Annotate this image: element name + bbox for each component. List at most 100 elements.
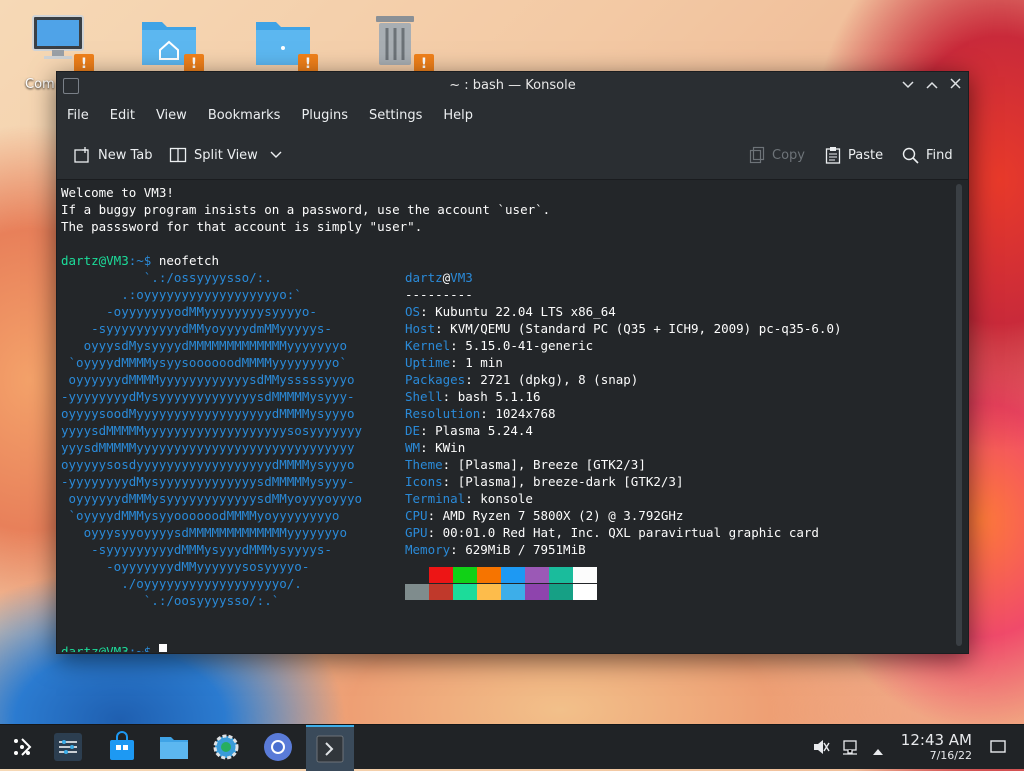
search-icon <box>902 147 919 164</box>
split-view-button[interactable]: Split View <box>169 145 289 165</box>
logo-line: yyyysdMMMMMyyyyyyyyyyyyyyyyyyysosyyyyyyy <box>61 423 363 438</box>
close-icon[interactable] <box>945 76 965 96</box>
konsole-window[interactable]: ~ : bash — Konsole File Edit View Bookma… <box>56 71 969 654</box>
logo-line: oyyysdMysyyyydMMMMMMMMMMMMMyyyyyyyo <box>61 338 347 353</box>
copy-button[interactable]: Copy <box>749 145 805 165</box>
konsole-app-icon <box>63 78 79 94</box>
info-value: bash 5.1.16 <box>457 389 541 404</box>
info-row: Shell: bash 5.1.16 <box>405 389 541 404</box>
terminal-view[interactable]: Welcome to VM3! If a buggy program insis… <box>57 180 950 652</box>
info-key: Memory <box>405 542 451 557</box>
info-value: [Plasma], breeze-dark [GTK2/3] <box>457 474 684 489</box>
menu-view[interactable]: View <box>156 108 187 123</box>
info-row: Memory: 629MiB / 7951MiB <box>405 542 586 557</box>
find-button[interactable]: Find <box>902 145 953 165</box>
konsole-task-highlight[interactable] <box>306 725 354 771</box>
logo-line: oyyyyyydMMMysyyyyyyyyyyyysdMMyoyyyoyyyo <box>61 491 363 506</box>
info-row: DE: Plasma 5.24.4 <box>405 423 533 438</box>
application-launcher-icon[interactable] <box>6 731 38 763</box>
split-view-label: Split View <box>194 147 258 163</box>
maximize-icon[interactable] <box>922 76 942 96</box>
info-key: Terminal <box>405 491 466 506</box>
palette-swatch <box>501 584 525 600</box>
logo-line: oyyyyyydMMMMyyyyyyyyyyyysdMMysssssyyyo <box>61 372 355 387</box>
logo-line: `oyyyydMMMMysyysoooooodMMMMyyyyyyyyo` <box>61 355 347 370</box>
system-settings-icon[interactable] <box>52 731 84 763</box>
folder-icon[interactable]: ! <box>254 12 318 74</box>
menu-file[interactable]: File <box>67 108 89 123</box>
welcome-line: If a buggy program insists on a password… <box>61 202 551 217</box>
chromium-browser-icon[interactable] <box>262 731 294 763</box>
settings-gear-icon[interactable] <box>210 731 242 763</box>
logo-line: oyyyyysosdyyyyyyyyyyyyyyyyyydMMMMysyyyo <box>61 457 355 472</box>
logo-line: yyysdMMMMMyyyyyyyyyyyyyyyyyyyyyyyyyyyyy <box>61 440 355 455</box>
info-value: 2721 (dpkg), 8 (snap) <box>480 372 639 387</box>
new-tab-button[interactable]: New Tab <box>73 145 153 165</box>
logo-line: -yyyyyyyydMysyyyyyyyyyyyyysdMMMMMysyyy- <box>61 474 355 489</box>
copy-label: Copy <box>772 147 805 163</box>
info-key: Resolution <box>405 406 481 421</box>
info-value: 00:01.0 Red Hat, Inc. QXL paravirtual gr… <box>442 525 819 540</box>
paste-label: Paste <box>848 147 884 163</box>
tray-expand-icon[interactable] <box>872 741 884 760</box>
palette-swatch <box>501 567 525 583</box>
menu-plugins[interactable]: Plugins <box>301 108 348 123</box>
computer-icon[interactable]: ! <box>30 12 94 74</box>
info-value: KWin <box>435 440 466 455</box>
command-text: neofetch <box>158 253 220 268</box>
info-row: Terminal: konsole <box>405 491 533 506</box>
clock[interactable]: 12:43 AM 7/16/22 <box>896 731 972 763</box>
info-row: Kernel: 5.15.0-41-generic <box>405 338 594 353</box>
info-key: Host <box>405 321 436 336</box>
clock-date: 7/16/22 <box>929 749 972 762</box>
welcome-line: The passsword for that account is simply… <box>61 219 423 234</box>
chevron-down-icon[interactable] <box>270 151 282 159</box>
info-key: DE <box>405 423 421 438</box>
welcome-line: Welcome to VM3! <box>61 185 174 200</box>
info-key: CPU <box>405 508 428 523</box>
palette-swatch <box>525 567 549 583</box>
info-row: CPU: AMD Ryzen 7 5800X (2) @ 3.792GHz <box>405 508 684 523</box>
show-desktop-icon[interactable] <box>990 739 1006 759</box>
volume-muted-icon[interactable] <box>812 738 830 760</box>
paste-button[interactable]: Paste <box>825 145 883 165</box>
menu-help[interactable]: Help <box>443 108 473 123</box>
command-line: dartz@VM3:~$ neofetch <box>61 252 219 269</box>
info-value: Kubuntu 22.04 LTS x86_64 <box>435 304 616 319</box>
konsole-terminal-icon <box>314 733 346 765</box>
discover-store-icon[interactable] <box>106 731 138 763</box>
new-tab-label: New Tab <box>98 147 153 163</box>
trash-icon[interactable]: ! <box>370 12 434 74</box>
menu-bookmarks[interactable]: Bookmarks <box>208 108 281 123</box>
paste-icon <box>825 147 841 164</box>
info-key: Kernel <box>405 338 451 353</box>
palette-swatch <box>477 567 501 583</box>
file-manager-icon[interactable] <box>158 731 190 763</box>
palette-swatch <box>429 584 453 600</box>
toolbar: New Tab Split View Copy Paste Find <box>57 131 968 180</box>
info-key: Shell <box>405 389 443 404</box>
prompt-path: :~$ <box>128 644 159 652</box>
prompt-user: dartz@VM3 <box>61 644 129 652</box>
terminal-scrollbar[interactable] <box>956 184 962 646</box>
menu-edit[interactable]: Edit <box>110 108 135 123</box>
title-bar[interactable]: ~ : bash — Konsole <box>57 72 968 99</box>
logo-line: `.:/oosyyyysso/:.` <box>61 593 280 608</box>
palette-swatch <box>453 567 477 583</box>
logo-line: `.:/ossyyyysso/:. <box>61 270 272 285</box>
info-row: OS: Kubuntu 22.04 LTS x86_64 <box>405 304 616 319</box>
info-key: GPU <box>405 525 428 540</box>
logo-line: .:oyyyyyyyyyyyyyyyyyyo:` <box>61 287 302 302</box>
info-key: OS <box>405 304 421 319</box>
info-row: Resolution: 1024x768 <box>405 406 556 421</box>
info-value: 1 min <box>465 355 503 370</box>
info-separator: --------- <box>405 287 473 302</box>
palette-swatch <box>429 567 453 583</box>
menu-settings[interactable]: Settings <box>369 108 422 123</box>
logo-line: -syyyyyyyyydMMMysyyydMMMysyyyys- <box>61 542 332 557</box>
info-value: AMD Ryzen 7 5800X (2) @ 3.792GHz <box>442 508 684 523</box>
minimize-icon[interactable] <box>898 76 918 96</box>
network-icon[interactable] <box>842 738 860 760</box>
home-folder-icon[interactable]: ! <box>140 12 204 74</box>
info-key: Theme <box>405 457 443 472</box>
